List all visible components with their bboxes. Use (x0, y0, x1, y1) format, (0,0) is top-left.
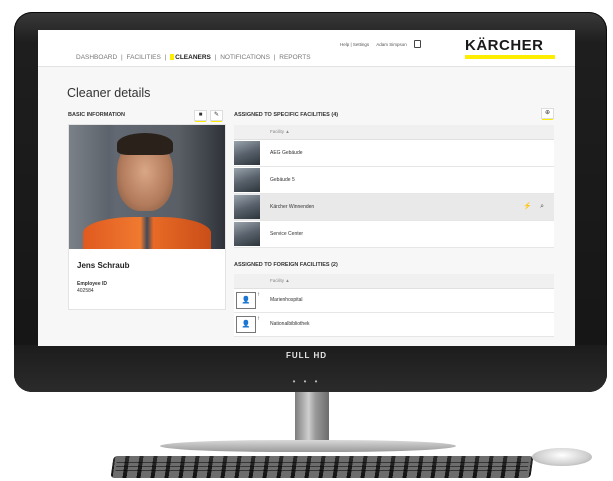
help-settings-link[interactable]: Help | Settings (340, 42, 369, 47)
mouse (532, 448, 592, 466)
logout-icon[interactable] (413, 40, 421, 48)
basic-info-panel: Jens Schraub Employee ID 402584 (68, 124, 226, 310)
link-icon: ⊕ (544, 110, 551, 116)
specific-facilities-title: ASSIGNED TO SPECIFIC FACILITIES (4) (234, 112, 339, 118)
page-title: Cleaner details (67, 86, 151, 100)
facility-column-header[interactable]: Facility ▲ (270, 278, 290, 283)
edit-button[interactable]: ✎ (210, 110, 223, 122)
foreign-facility-row[interactable]: 👤 Nationalbibliothek (234, 312, 554, 337)
nav-cleaners[interactable]: CLEANERS (168, 54, 213, 61)
top-bar: DASHBOARD | FACILITIES | CLEANERS | NOTI… (38, 30, 575, 67)
cleaner-photo (69, 125, 225, 249)
monitor-stand (295, 392, 329, 444)
specific-facilities-list: Facility ▲ AEG Gebäude Gebäude 5 Kärcher… (234, 125, 554, 248)
facility-name: Service Center (270, 231, 304, 237)
nav-dashboard[interactable]: DASHBOARD (74, 54, 119, 61)
logo-accent-bar (465, 55, 555, 59)
camera-button[interactable]: ■ (194, 110, 207, 122)
utility-links: Help | Settings Adam Simpson (340, 40, 427, 48)
foreign-facility-icon: 👤 (236, 288, 260, 309)
facility-row[interactable]: Service Center (234, 221, 554, 248)
facility-row-selected[interactable]: Kärcher Winnenden ⚡ ⌕ (234, 194, 554, 221)
facility-column-header[interactable]: Facility ▲ (270, 129, 290, 134)
facility-thumbnail (234, 195, 260, 219)
foreign-facility-row[interactable]: 👤 Marienhospital (234, 288, 554, 313)
specific-list-header[interactable]: Facility ▲ (234, 125, 554, 140)
search-icon[interactable]: ⌕ (540, 203, 544, 210)
foreign-facilities-list: Facility ▲ 👤 Marienhospital 👤 Nationalbi… (234, 274, 554, 337)
facility-thumbnail (234, 222, 260, 246)
keyboard (110, 456, 534, 478)
facility-thumbnail (234, 141, 260, 165)
facility-thumbnail (234, 168, 260, 192)
employee-id-value: 402584 (77, 288, 94, 294)
facility-name: AEG Gebäude (270, 150, 303, 156)
nav-facilities[interactable]: FACILITIES (125, 54, 163, 61)
foreign-facilities-title: ASSIGNED TO FOREIGN FACILITIES (2) (234, 262, 338, 268)
nav-notifications[interactable]: NOTIFICATIONS (218, 54, 272, 61)
basic-info-title: BASIC INFORMATION (68, 112, 126, 118)
assign-facility-button[interactable]: ⊕ (541, 108, 554, 120)
camera-icon: ■ (198, 112, 203, 118)
foreign-list-header[interactable]: Facility ▲ (234, 274, 554, 289)
facility-name: Marienhospital (270, 297, 303, 303)
monitor-power-dots: • • • (292, 377, 321, 386)
foreign-facility-icon: 👤 (236, 312, 260, 333)
unlink-icon[interactable]: ⚡ (523, 203, 532, 210)
facility-row[interactable]: Gebäude 5 (234, 167, 554, 194)
employee-id-label: Employee ID (77, 281, 108, 287)
karcher-logo[interactable]: KÄRCHER (465, 37, 544, 54)
pencil-icon: ✎ (213, 112, 220, 118)
monitor-brand-label: FULL HD (285, 351, 328, 360)
cleaner-name: Jens Schraub (77, 261, 130, 270)
facility-name: Gebäude 5 (270, 177, 295, 183)
facility-name: Kärcher Winnenden (270, 204, 315, 210)
facility-name: Nationalbibliothek (270, 321, 310, 327)
main-nav: DASHBOARD | FACILITIES | CLEANERS | NOTI… (74, 54, 312, 61)
user-name[interactable]: Adam Simpson (376, 42, 407, 47)
monitor-stand-base (160, 440, 456, 452)
nav-reports[interactable]: REPORTS (277, 54, 312, 61)
facility-row[interactable]: AEG Gebäude (234, 140, 554, 167)
app-screen: DASHBOARD | FACILITIES | CLEANERS | NOTI… (38, 30, 575, 346)
